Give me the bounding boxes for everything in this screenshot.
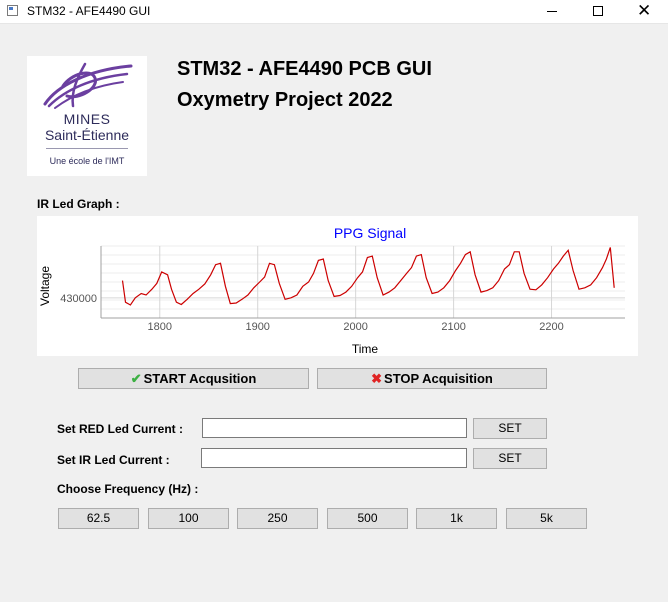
start-acquisition-button[interactable]: ✔ START Acqusition xyxy=(78,368,309,389)
stop-acquisition-button[interactable]: ✖ STOP Acquisition xyxy=(317,368,547,389)
frequency-button-5k[interactable]: 5k xyxy=(506,508,587,529)
red-current-input[interactable] xyxy=(202,418,467,438)
checkmark-icon: ✔ xyxy=(130,371,142,386)
x-tick-label: 1900 xyxy=(245,321,269,333)
ppg-chart-svg: 1800 1900 2000 2100 2200 430000 PPG Signal Ti… xyxy=(38,225,625,356)
close-button[interactable]: ✕ xyxy=(621,0,667,23)
x-tick-label: 2100 xyxy=(441,321,465,333)
logo-swirl-icon xyxy=(43,62,133,109)
ir-current-label: Set IR Led Current : xyxy=(57,453,170,467)
frequency-button-500[interactable]: 500 xyxy=(327,508,408,529)
start-acquisition-label: START Acqusition xyxy=(143,371,257,386)
chart-title: PPG Signal xyxy=(334,225,406,241)
frequency-button-62-5[interactable]: 62.5 xyxy=(58,508,139,529)
close-icon: ✕ xyxy=(637,1,652,20)
app-icon xyxy=(7,5,18,16)
app-heading-title: STM32 - AFE4490 PCB GUI xyxy=(177,58,432,80)
app-heading-subtitle: Oxymetry Project 2022 xyxy=(177,89,393,111)
window-title: STM32 - AFE4490 GUI xyxy=(27,4,151,18)
minimize-icon xyxy=(547,11,557,12)
ppg-chart: 1800 1900 2000 2100 2200 430000 PPG Signal Ti… xyxy=(37,216,638,356)
red-current-set-button[interactable]: SET xyxy=(473,418,547,439)
minimize-button[interactable] xyxy=(529,0,575,23)
ir-current-set-button[interactable]: SET xyxy=(473,448,547,469)
logo-text-mines: MINES xyxy=(63,111,111,127)
logo-divider xyxy=(46,148,128,149)
chart-y-axis-label: Voltage xyxy=(38,266,52,306)
maximize-icon xyxy=(593,6,603,16)
frequency-button-100[interactable]: 100 xyxy=(148,508,229,529)
title-bar: STM32 - AFE4490 GUI ✕ xyxy=(0,0,668,24)
x-tick-label: 2200 xyxy=(539,321,563,333)
frequency-label: Choose Frequency (Hz) : xyxy=(57,482,199,496)
logo-text-saint-etienne: Saint-Étienne xyxy=(44,127,130,143)
ppg-series-line xyxy=(121,247,615,306)
mines-logo: MINES Saint-Étienne Une école de l'IMT xyxy=(27,56,147,176)
graph-section-label: IR Led Graph : xyxy=(37,197,120,211)
y-tick-label: 430000 xyxy=(60,293,97,305)
ir-current-input[interactable] xyxy=(201,448,467,468)
frequency-button-250[interactable]: 250 xyxy=(237,508,318,529)
red-current-label: Set RED Led Current : xyxy=(57,422,184,436)
cross-icon: ✖ xyxy=(371,371,383,386)
frequency-button-1k[interactable]: 1k xyxy=(416,508,497,529)
maximize-button[interactable] xyxy=(575,0,621,23)
logo-tagline: Une école de l'IMT xyxy=(49,156,125,166)
chart-x-axis-label: Time xyxy=(352,342,379,356)
x-tick-label: 1800 xyxy=(148,321,172,333)
stop-acquisition-label: STOP Acquisition xyxy=(384,371,493,386)
x-tick-label: 2000 xyxy=(343,321,367,333)
